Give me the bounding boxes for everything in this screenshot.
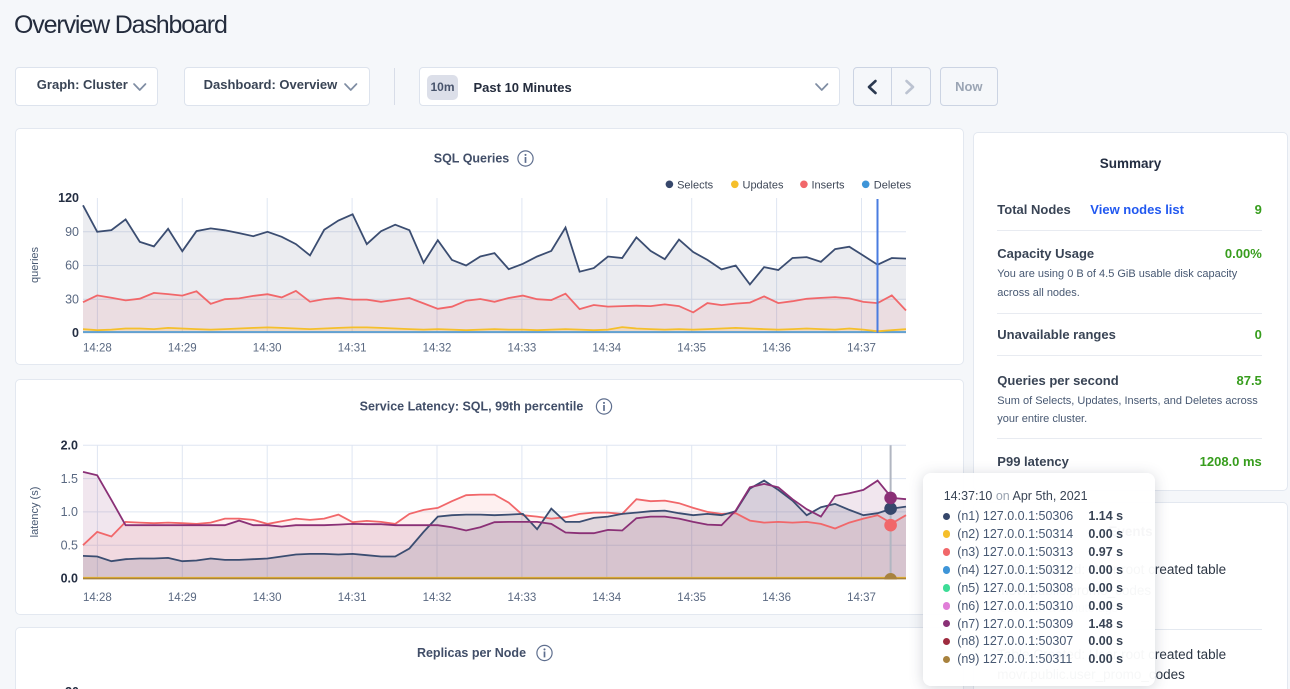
svg-text:60: 60: [65, 259, 79, 273]
svg-text:14:35: 14:35: [677, 592, 706, 604]
svg-text:14:28: 14:28: [83, 592, 112, 604]
svg-text:Replicas per Node: Replicas per Node: [417, 646, 526, 660]
svg-text:1.0: 1.0: [61, 505, 78, 519]
svg-text:14:33: 14:33: [508, 343, 537, 355]
svg-text:14:37: 14:37: [847, 343, 876, 355]
svg-text:14:35: 14:35: [677, 343, 706, 355]
svg-text:14:36: 14:36: [762, 592, 791, 604]
svg-text:0.0: 0.0: [61, 572, 78, 586]
svg-text:14:32: 14:32: [423, 343, 452, 355]
svg-text:14:32: 14:32: [423, 592, 452, 604]
svg-text:14:34: 14:34: [592, 592, 621, 604]
svg-text:Updates: Updates: [743, 179, 784, 191]
svg-text:14:30: 14:30: [253, 592, 282, 604]
svg-text:2.0: 2.0: [61, 439, 78, 453]
svg-text:Selects: Selects: [677, 179, 714, 191]
svg-text:queries: queries: [29, 246, 41, 283]
svg-text:0: 0: [72, 326, 79, 340]
svg-text:14:30: 14:30: [253, 343, 282, 355]
svg-text:30: 30: [65, 292, 79, 306]
svg-text:90: 90: [65, 225, 79, 239]
svg-text:1.5: 1.5: [61, 472, 78, 486]
svg-text:Inserts: Inserts: [812, 179, 846, 191]
svg-text:30: 30: [65, 685, 79, 689]
svg-text:14:36: 14:36: [762, 343, 791, 355]
svg-text:14:34: 14:34: [592, 343, 621, 355]
svg-text:14:31: 14:31: [338, 592, 367, 604]
svg-text:0.5: 0.5: [61, 538, 78, 552]
svg-text:14:31: 14:31: [338, 343, 367, 355]
svg-text:latency (s): latency (s): [29, 487, 41, 538]
svg-text:14:28: 14:28: [83, 343, 112, 355]
svg-text:Deletes: Deletes: [874, 179, 912, 191]
svg-text:14:33: 14:33: [508, 592, 537, 604]
svg-text:14:29: 14:29: [168, 592, 197, 604]
svg-text:14:29: 14:29: [168, 343, 197, 355]
svg-text:SQL Queries: SQL Queries: [434, 152, 510, 166]
svg-text:120: 120: [58, 191, 79, 205]
svg-text:14:37: 14:37: [847, 592, 876, 604]
svg-text:Service Latency: SQL, 99th per: Service Latency: SQL, 99th percentile: [360, 400, 584, 414]
